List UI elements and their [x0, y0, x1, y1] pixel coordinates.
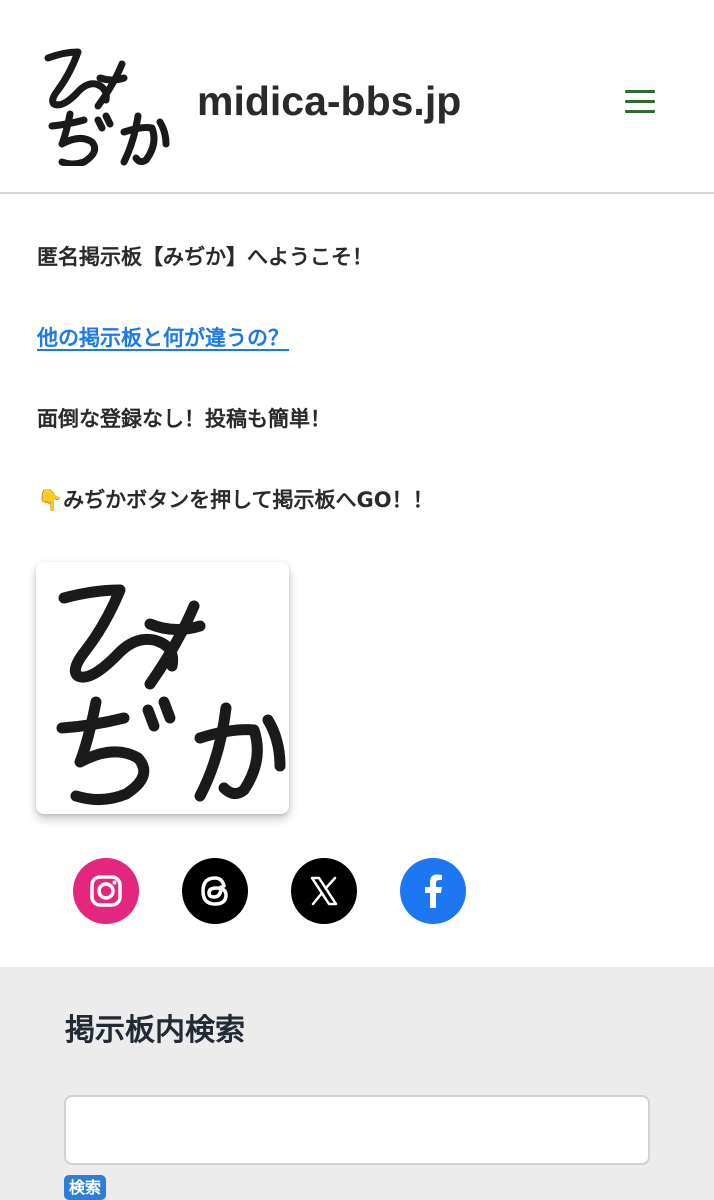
search-button[interactable]: 検索	[64, 1175, 107, 1200]
instagram-button[interactable]	[73, 858, 139, 924]
cta-text: みぢかボタンを押して掲示板へGO！！	[63, 488, 434, 512]
facebook-button[interactable]	[400, 858, 466, 924]
midica-logo-button-icon	[56, 584, 286, 805]
instagram-icon	[90, 875, 122, 907]
difference-link[interactable]: 他の掲示板と何が違うの？	[37, 323, 289, 353]
site-header: midica-bbs.jp	[0, 0, 714, 194]
search-input[interactable]	[64, 1095, 650, 1165]
midica-logo-button[interactable]	[36, 562, 289, 814]
search-title: 掲示板内検索	[65, 1013, 245, 1048]
hamburger-menu-icon[interactable]	[614, 84, 666, 120]
threads-button[interactable]	[182, 858, 248, 924]
search-section: 掲示板内検索 検索	[0, 967, 714, 1200]
midica-logo-icon[interactable]	[40, 40, 172, 166]
cta-line: 👇みぢかボタンを押して掲示板へGO！！	[37, 485, 434, 515]
pointing-down-icon: 👇	[37, 488, 64, 512]
welcome-text: 匿名掲示板【みぢか】へようこそ！	[37, 245, 373, 269]
threads-icon	[201, 876, 228, 906]
no-registration-text: 面倒な登録なし！投稿も簡単！	[37, 407, 331, 431]
x-button[interactable]	[291, 858, 357, 924]
x-icon	[310, 876, 338, 906]
facebook-icon	[425, 874, 442, 908]
site-title[interactable]: midica-bbs.jp	[197, 76, 461, 126]
